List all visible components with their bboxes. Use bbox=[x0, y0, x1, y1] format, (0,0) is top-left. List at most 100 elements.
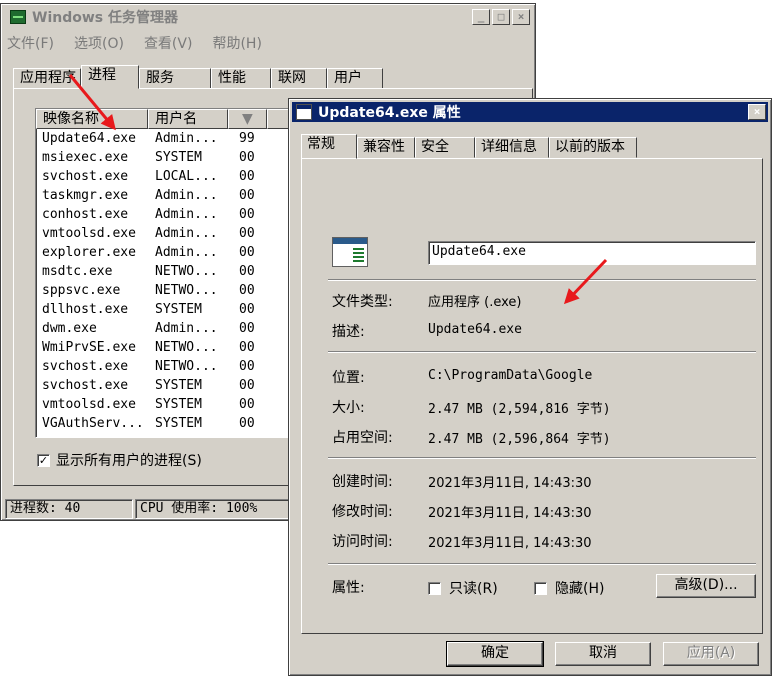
process-row[interactable]: svchost.exe LOCAL... 00 bbox=[36, 167, 294, 186]
process-user-name: SYSTEM bbox=[155, 416, 202, 431]
close-button[interactable]: × bbox=[512, 9, 530, 25]
menu-options[interactable]: 选项(O) bbox=[74, 33, 124, 53]
readonly-checkbox[interactable] bbox=[428, 581, 441, 595]
process-row[interactable]: vmtoolsd.exe Admin... 00 bbox=[36, 224, 294, 243]
tab-compatibility[interactable]: 兼容性 bbox=[357, 137, 415, 158]
properties-titlebar[interactable]: Update64.exe 属性 × bbox=[292, 102, 768, 122]
process-user-name: LOCAL... bbox=[155, 169, 218, 184]
process-row[interactable]: msiexec.exe SYSTEM 00 bbox=[36, 148, 294, 167]
process-cpu: 00 bbox=[239, 378, 255, 393]
task-manager-icon bbox=[10, 10, 26, 24]
hidden-option[interactable]: 隐藏(H) bbox=[534, 578, 604, 598]
file-name-field[interactable]: Update64.exe bbox=[428, 241, 756, 265]
location-label: 位置: bbox=[332, 370, 365, 386]
process-row[interactable]: vmtoolsd.exe SYSTEM 00 bbox=[36, 395, 294, 414]
process-user-name: Admin... bbox=[155, 188, 218, 203]
tab-general[interactable]: 常规 bbox=[301, 134, 357, 159]
created-value: 2021年3月11日, 14:43:30 bbox=[428, 476, 592, 491]
column-cpu[interactable]: ▼ bbox=[227, 109, 268, 129]
ok-button[interactable]: 确定 bbox=[446, 641, 544, 667]
maximize-button[interactable]: □ bbox=[492, 9, 510, 25]
process-cpu: 00 bbox=[239, 340, 255, 355]
process-cpu: 00 bbox=[239, 321, 255, 336]
menu-file[interactable]: 文件(F) bbox=[7, 33, 54, 53]
readonly-label: 只读(R) bbox=[449, 581, 498, 597]
tab-networking[interactable]: 联网 bbox=[271, 68, 327, 89]
description-value: Update64.exe bbox=[428, 322, 522, 337]
process-user-name: NETWO... bbox=[155, 340, 218, 355]
process-user-name: SYSTEM bbox=[155, 397, 202, 412]
tab-previous-versions[interactable]: 以前的版本 bbox=[549, 137, 637, 158]
cancel-button[interactable]: 取消 bbox=[555, 642, 651, 666]
process-cpu: 00 bbox=[239, 150, 255, 165]
tab-services[interactable]: 服务 bbox=[139, 68, 211, 89]
process-row[interactable]: sppsvc.exe NETWO... 00 bbox=[36, 281, 294, 300]
tab-processes[interactable]: 进程 bbox=[81, 65, 139, 89]
process-cpu: 00 bbox=[239, 359, 255, 374]
advanced-button[interactable]: 高级(D)... bbox=[656, 574, 756, 598]
task-manager-tabs: 应用程序 进程 服务 性能 联网 用户 bbox=[13, 65, 383, 89]
process-image-name: dllhost.exe bbox=[42, 302, 129, 317]
size-on-disk-value: 2.47 MB (2,596,864 字节) bbox=[428, 432, 611, 447]
process-cpu: 00 bbox=[239, 169, 255, 184]
properties-title: Update64.exe 属性 bbox=[318, 105, 461, 121]
process-user-name: Admin... bbox=[155, 207, 218, 222]
process-row[interactable]: dwm.exe Admin... 00 bbox=[36, 319, 294, 338]
process-image-name: sppsvc.exe bbox=[42, 283, 121, 298]
process-cpu: 00 bbox=[239, 264, 255, 279]
separator bbox=[328, 351, 756, 353]
process-row[interactable]: VGAuthServ... SYSTEM 00 bbox=[36, 414, 294, 433]
process-image-name: explorer.exe bbox=[42, 245, 136, 260]
process-row[interactable]: dllhost.exe SYSTEM 00 bbox=[36, 300, 294, 319]
process-row[interactable]: Update64.exe Admin... 99 bbox=[36, 129, 294, 148]
column-image-name[interactable]: 映像名称 bbox=[36, 109, 149, 129]
process-row[interactable]: svchost.exe SYSTEM 00 bbox=[36, 376, 294, 395]
process-row[interactable]: conhost.exe Admin... 00 bbox=[36, 205, 294, 224]
process-row[interactable]: svchost.exe NETWO... 00 bbox=[36, 357, 294, 376]
process-user-name: NETWO... bbox=[155, 264, 218, 279]
process-user-name: NETWO... bbox=[155, 283, 218, 298]
process-row[interactable]: WmiPrvSE.exe NETWO... 00 bbox=[36, 338, 294, 357]
process-user-name: Admin... bbox=[155, 245, 218, 260]
tab-performance[interactable]: 性能 bbox=[211, 68, 271, 89]
status-cpu-usage: CPU 使用率: 100% bbox=[135, 499, 295, 519]
file-type-value: 应用程序 (.exe) bbox=[428, 295, 522, 310]
modified-label: 修改时间: bbox=[332, 504, 393, 520]
process-image-name: svchost.exe bbox=[42, 378, 129, 393]
menu-view[interactable]: 查看(V) bbox=[144, 33, 193, 53]
executable-file-icon bbox=[332, 237, 368, 267]
menu-help[interactable]: 帮助(H) bbox=[212, 33, 261, 53]
process-row[interactable]: explorer.exe Admin... 00 bbox=[36, 243, 294, 262]
readonly-option[interactable]: 只读(R) bbox=[428, 578, 498, 598]
process-image-name: msdtc.exe bbox=[42, 264, 113, 279]
show-all-users-option[interactable]: ✓ 显示所有用户的进程(S) bbox=[37, 450, 202, 470]
description-label: 描述: bbox=[332, 324, 365, 340]
process-user-name: SYSTEM bbox=[155, 150, 202, 165]
minimize-button[interactable]: _ bbox=[472, 9, 490, 25]
apply-button[interactable]: 应用(A) bbox=[663, 642, 759, 666]
separator bbox=[328, 279, 756, 281]
show-all-users-checkbox[interactable]: ✓ bbox=[37, 453, 50, 467]
menu-bar: 文件(F) 选项(O) 查看(V) 帮助(H) bbox=[7, 33, 262, 53]
tab-details[interactable]: 详细信息 bbox=[475, 137, 549, 158]
task-manager-titlebar[interactable]: Windows 任务管理器 _ □ × bbox=[4, 7, 532, 27]
attributes-label: 属性: bbox=[332, 580, 365, 596]
tab-security[interactable]: 安全 bbox=[415, 137, 475, 158]
size-on-disk-label: 占用空间: bbox=[332, 430, 393, 446]
process-cpu: 00 bbox=[239, 283, 255, 298]
process-user-name: NETWO... bbox=[155, 359, 218, 374]
process-image-name: Update64.exe bbox=[42, 131, 136, 146]
process-rows: Update64.exe Admin... 99 msiexec.exe SYSTEM 0… bbox=[36, 129, 294, 433]
process-cpu: 00 bbox=[239, 207, 255, 222]
process-row[interactable]: msdtc.exe NETWO... 00 bbox=[36, 262, 294, 281]
column-user-name[interactable]: 用户名 bbox=[148, 109, 228, 129]
process-user-name: Admin... bbox=[155, 226, 218, 241]
separator bbox=[328, 457, 756, 459]
file-type-label: 文件类型: bbox=[332, 294, 393, 310]
tab-users[interactable]: 用户 bbox=[327, 68, 383, 89]
hidden-checkbox[interactable] bbox=[534, 581, 547, 595]
tab-applications[interactable]: 应用程序 bbox=[13, 68, 81, 89]
dialog-close-button[interactable]: × bbox=[748, 104, 766, 120]
process-list[interactable]: 映像名称 用户名 ▼ Update64.exe Admin... 99 msiexec… bbox=[35, 108, 295, 438]
process-row[interactable]: taskmgr.exe Admin... 00 bbox=[36, 186, 294, 205]
